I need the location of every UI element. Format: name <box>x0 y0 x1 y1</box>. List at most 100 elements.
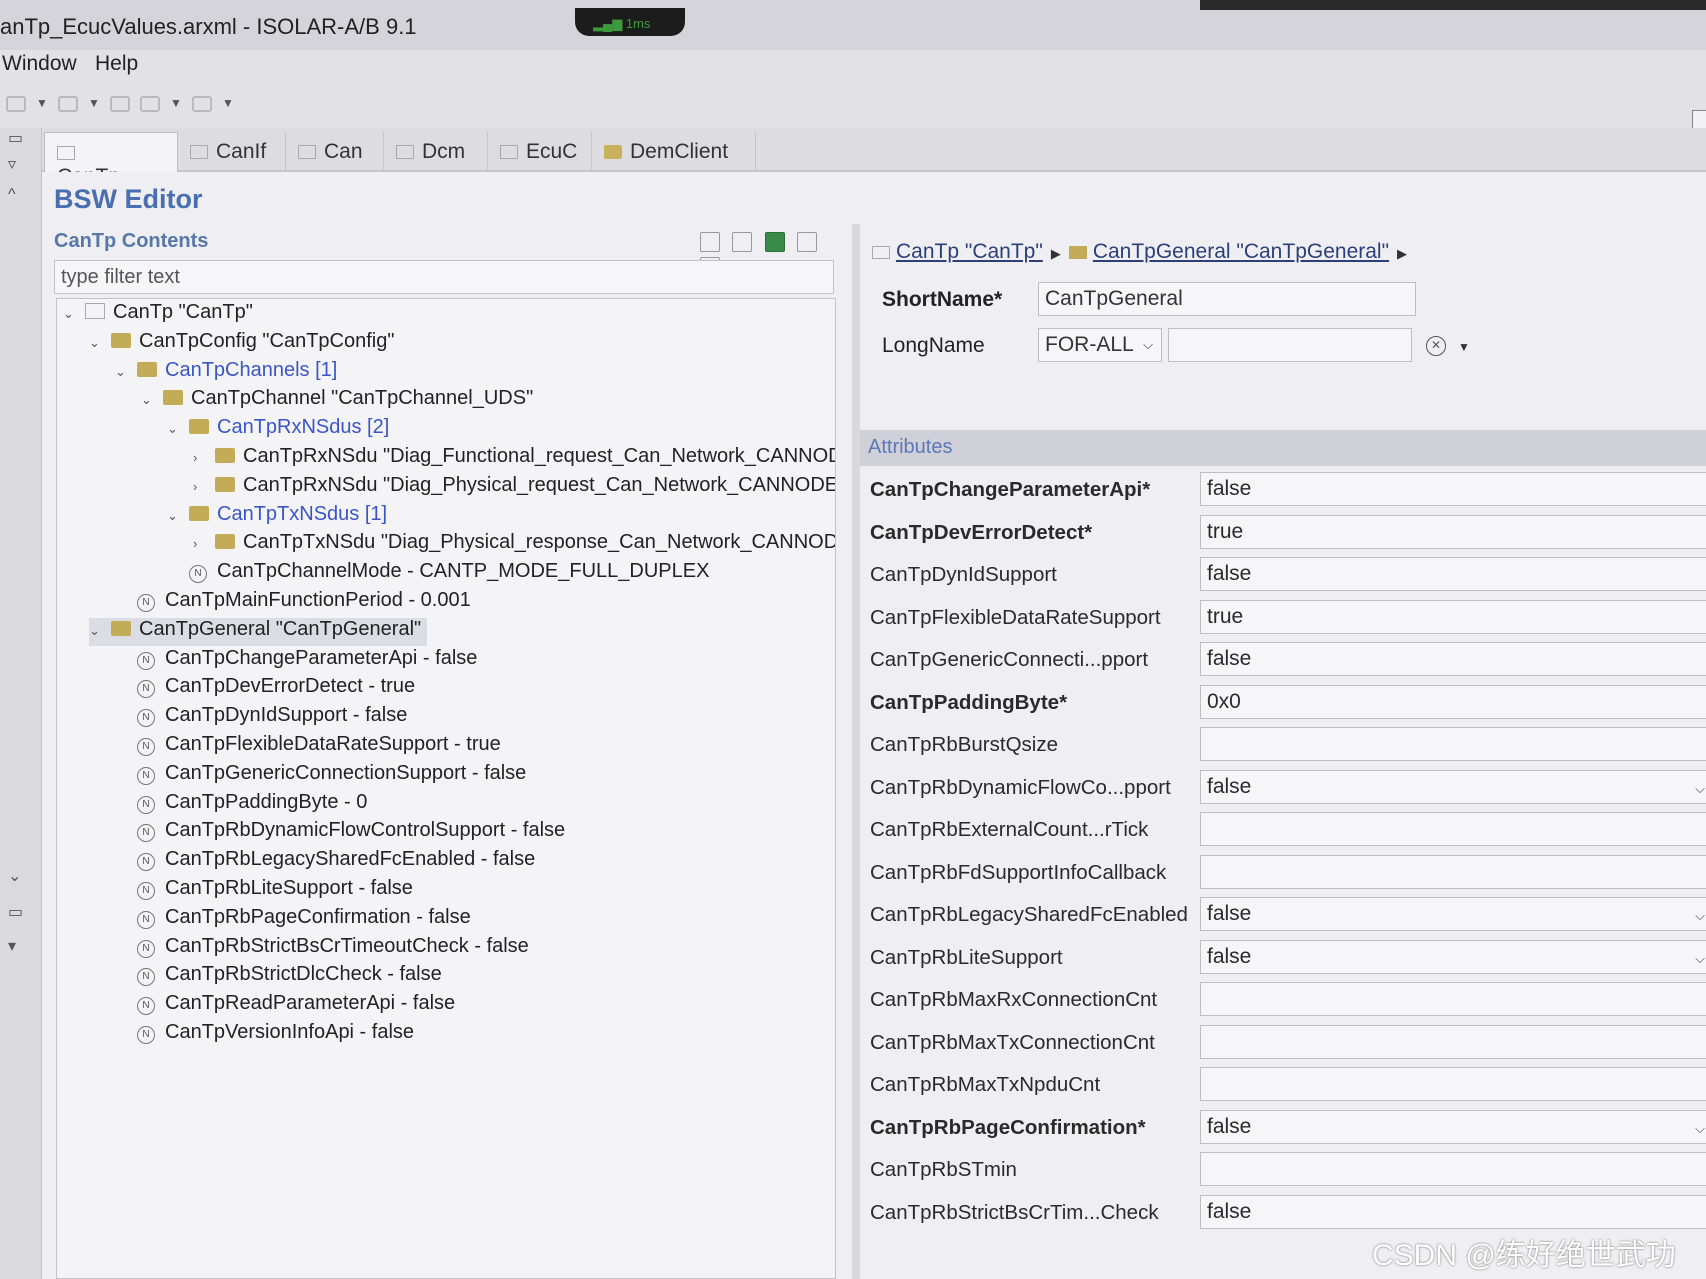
chevron-down-icon[interactable]: ⌵ <box>1695 781 1705 797</box>
tree-node[interactable]: N CanTpRbStrictBsCrTimeoutCheck - false <box>115 935 529 963</box>
new-dropdown-icon[interactable]: ▼ <box>36 96 48 110</box>
chevron-down-icon[interactable]: ⌄ <box>89 335 111 351</box>
tree-node[interactable]: N CanTpMainFunctionPeriod - 0.001 <box>115 589 471 617</box>
breadcrumb-cantp[interactable]: CanTp "CanTp" <box>896 240 1043 263</box>
minimize-icon[interactable]: ▭ <box>8 128 23 148</box>
chevron-down-icon[interactable]: ⌄ <box>167 421 189 437</box>
scroll-down-icon[interactable]: ⌄ <box>8 866 21 886</box>
tree-node[interactable]: › CanTpRxNSdu "Diag_Functional_request_Ca… <box>193 445 835 473</box>
tree-node[interactable]: ⌄ CanTpChannel "CanTpChannel_UDS" <box>141 387 533 415</box>
tree-node[interactable]: N CanTpRbPageConfirmation - false <box>115 906 471 934</box>
view-menu-icon[interactable]: ▿ <box>8 154 16 174</box>
tab-ecuc[interactable]: EcuC <box>488 132 592 172</box>
breadcrumb-cantpgeneral[interactable]: CanTpGeneral "CanTpGeneral" <box>1093 240 1389 263</box>
dropdown-icon[interactable]: ▼ <box>1458 340 1470 354</box>
attribute-value-field[interactable]: false ⌵ <box>1200 769 1706 804</box>
attribute-value-field[interactable] <box>1200 854 1706 889</box>
attribute-value-field[interactable]: false ⌵ <box>1200 939 1706 974</box>
attribute-value-field[interactable] <box>1200 1067 1706 1101</box>
collapse-all-icon[interactable] <box>700 232 720 252</box>
attribute-value-field[interactable]: true <box>1200 514 1706 549</box>
vp-res-icon[interactable] <box>764 232 785 252</box>
dropdown-icon[interactable]: ▾ <box>8 936 16 956</box>
chevron-down-icon[interactable]: ⌄ <box>141 392 163 408</box>
tab-canif[interactable]: CanIf <box>178 132 286 172</box>
attribute-value-field[interactable]: 0x0 <box>1200 684 1706 719</box>
chevron-down-icon[interactable]: ⌄ <box>89 623 111 639</box>
tree-node[interactable]: N CanTpPaddingByte - 0 <box>115 791 367 819</box>
menu-help[interactable]: Help <box>95 52 138 76</box>
attribute-value-field[interactable] <box>1200 1024 1706 1059</box>
shortname-field[interactable]: CanTpGeneral <box>1038 282 1416 316</box>
chevron-down-icon[interactable]: ⌄ <box>63 306 85 322</box>
chevron-down-icon[interactable]: ⌄ <box>167 508 189 524</box>
attribute-value-field[interactable] <box>1200 1152 1706 1186</box>
attribute-row: CanTpRbDynamicFlowCo...pport false ⌵ <box>860 768 1706 808</box>
chevron-down-icon[interactable]: ⌄ <box>115 364 137 380</box>
attribute-value-field[interactable]: true <box>1200 599 1706 634</box>
tree-node[interactable]: N CanTpGenericConnectionSupport - false <box>115 762 526 790</box>
tree-node[interactable]: N CanTpDevErrorDetect - true <box>115 675 415 703</box>
longname-lang-select[interactable]: FOR-ALL ⌵ <box>1038 328 1162 362</box>
attribute-value-field[interactable]: false <box>1200 1194 1706 1229</box>
tree-node[interactable]: ⌄ CanTp "CanTp" <box>63 301 253 329</box>
document-icon[interactable] <box>797 232 818 252</box>
save-dropdown-icon[interactable]: ▼ <box>88 96 100 110</box>
chevron-right-icon[interactable]: › <box>193 450 215 465</box>
signal-text: 1ms <box>625 16 651 31</box>
chevron-down-icon[interactable]: ⌵ <box>1695 1121 1705 1137</box>
chevron-down-icon[interactable]: ⌵ <box>1695 908 1705 924</box>
tree-node[interactable]: › CanTpRxNSdu "Diag_Physical_request_Can_… <box>193 474 835 502</box>
tree-node[interactable]: ⌄ CanTpConfig "CanTpConfig" <box>89 330 394 358</box>
tree-node[interactable]: ⌄ CanTpChannels [1] <box>115 359 337 387</box>
longname-text-field[interactable] <box>1168 328 1412 362</box>
restore-icon[interactable]: ▭ <box>8 902 23 922</box>
chevron-down-icon[interactable]: ⌵ <box>1695 951 1705 967</box>
back-dropdown-icon[interactable]: ▼ <box>170 96 182 110</box>
tree-node[interactable]: ⌄ CanTpGeneral "CanTpGeneral" <box>89 617 428 646</box>
attribute-value-field[interactable]: false <box>1200 472 1706 506</box>
tree-node[interactable]: N CanTpVersionInfoApi - false <box>115 1021 414 1049</box>
attribute-value-field[interactable]: false <box>1200 642 1706 676</box>
attribute-value-field[interactable] <box>1200 727 1706 761</box>
tree-node[interactable]: ⌄ CanTpTxNSdus [1] <box>167 503 387 531</box>
tree-node[interactable]: N CanTpRbDynamicFlowControlSupport - fals… <box>115 819 565 847</box>
attribute-value-field[interactable]: false ⌵ <box>1200 897 1706 931</box>
tree-node[interactable]: N CanTpFlexibleDataRateSupport - true <box>115 733 501 761</box>
forward-icon[interactable] <box>192 96 212 112</box>
tree-node[interactable]: › CanTpTxNSdu "Diag_Physical_response_Can… <box>193 531 835 559</box>
attributes-header[interactable]: Attributes <box>860 430 1706 466</box>
attribute-value-field[interactable] <box>1200 812 1706 846</box>
attribute-value-field[interactable] <box>1200 982 1706 1016</box>
attribute-value-field[interactable]: false ⌵ <box>1200 1109 1706 1144</box>
tab-cantp[interactable]: CanTp☒ <box>44 132 178 188</box>
back-nav-icon[interactable] <box>110 96 130 112</box>
tree-node[interactable]: N CanTpRbLiteSupport - false <box>115 877 413 905</box>
attribute-name: CanTpRbStrictBsCrTim...Check <box>870 1200 1159 1224</box>
new-icon[interactable] <box>6 96 26 112</box>
tree-node[interactable]: N CanTpChangeParameterApi - false <box>115 647 477 675</box>
breadcrumb-arrow-icon[interactable]: ▶ <box>1397 246 1407 261</box>
hierarchy-icon[interactable] <box>732 232 753 252</box>
chevron-right-icon[interactable]: › <box>193 479 215 494</box>
tree-node[interactable]: N CanTpDynIdSupport - false <box>115 704 407 732</box>
filter-input[interactable]: type filter text <box>54 260 834 294</box>
clear-icon[interactable]: ✕ <box>1426 336 1446 356</box>
tab-label: EcuC <box>526 140 578 163</box>
tab-can[interactable]: Can <box>286 132 384 172</box>
save-icon[interactable] <box>58 96 78 112</box>
tree-node[interactable]: N CanTpRbStrictDlcCheck - false <box>115 963 442 991</box>
tab-demclient[interactable]: DemClient <box>592 132 756 172</box>
menu-window[interactable]: Window <box>2 52 77 76</box>
tree-node[interactable]: N CanTpRbLegacySharedFcEnabled - false <box>115 848 535 876</box>
scroll-up-icon[interactable]: ^ <box>8 186 16 204</box>
attribute-value-field[interactable]: false <box>1200 557 1706 591</box>
tab-dcm[interactable]: Dcm <box>384 132 488 172</box>
tree-node[interactable]: N CanTpChannelMode - CANTP_MODE_FULL_DUPL… <box>167 560 709 588</box>
tree-node[interactable]: ⌄ CanTpRxNSdus [2] <box>167 416 389 444</box>
forward-dropdown-icon[interactable]: ▼ <box>222 96 234 110</box>
chevron-right-icon[interactable]: › <box>193 536 215 551</box>
tree-node[interactable]: N CanTpReadParameterApi - false <box>115 992 455 1020</box>
back-icon[interactable] <box>140 96 160 112</box>
attribute-value: false <box>1207 562 1252 585</box>
